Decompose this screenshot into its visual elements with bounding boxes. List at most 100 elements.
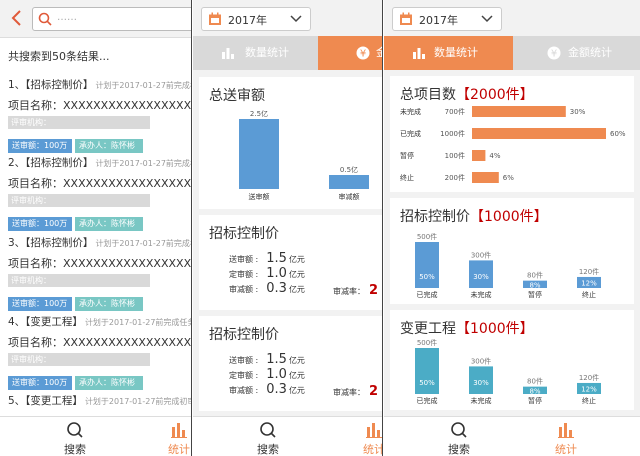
search-results-screen: …… 共搜索到50条结果... 1、【招标控制价】 计划于2017-01-27前完…: [0, 0, 192, 456]
svg-text:¥: ¥: [551, 49, 557, 60]
hbar-category: 未完成: [400, 107, 421, 116]
hbar: [472, 172, 499, 183]
search-topbar: ……: [0, 0, 191, 38]
search-icon: [260, 422, 276, 438]
tender-count-card: 招标控制价【1000件】 500件 50% 已完成 300件 30% 未完成 80件 8% 暂停…: [390, 198, 634, 304]
year-select[interactable]: 2017年: [392, 7, 502, 31]
amount-row-value: 1.5: [266, 251, 287, 266]
back-arrow-icon[interactable]: [8, 9, 26, 27]
reduction-rate: 审减率： 2: [333, 384, 378, 399]
reduction-rate-value: 2: [369, 384, 379, 399]
year-select[interactable]: 2017年: [201, 7, 311, 31]
list-item[interactable]: 1、【招标控制价】计划于2017-01-27前完成初审确认 项目名称：XXXXX…: [8, 77, 192, 153]
hbar: [472, 128, 606, 139]
col-bar-category: 未完成: [471, 290, 492, 299]
nav-search[interactable]: 搜索: [444, 421, 474, 456]
bar-chart-icon: [413, 48, 425, 59]
tab-amount[interactable]: ¥ 金额统计: [513, 36, 640, 70]
nav-search[interactable]: 搜索: [253, 421, 283, 456]
review-bar-category: 审减额: [339, 192, 360, 201]
nav-stats[interactable]: 统计: [359, 421, 382, 456]
search-placeholder: ……: [57, 12, 77, 23]
chevron-down-icon: [290, 15, 302, 23]
col-bar-percent: 30%: [473, 379, 489, 387]
item-plan: 计划于2017-01-27前完成任务分配: [84, 318, 191, 327]
change-count-card: 变更工程【1000件】 500件 50% 已完成 300件 30% 未完成 80件 8% 暂停 1…: [390, 310, 634, 410]
tab-count-label: 数量统计: [245, 46, 289, 59]
item-handler-badge: 承办人：陈怀彬: [75, 297, 143, 311]
search-input[interactable]: ……: [32, 7, 191, 31]
amount-row-value: 1.5: [266, 352, 287, 367]
col-bar-count: 120件: [579, 373, 599, 382]
col-bar-percent: 50%: [419, 379, 435, 387]
amount-row-value: 0.3: [266, 382, 287, 397]
tab-count[interactable]: 数量统计: [193, 36, 318, 70]
item-name: 项目名称：XXXXXXXXXXXXXXXXXXXXXXXXX: [8, 257, 192, 270]
nav-search-label: 搜索: [448, 443, 470, 456]
item-amount-badge: 送审额：100万: [8, 297, 72, 311]
list-item[interactable]: 5、【变更工程】计划于2017-01-27前完成初审确认: [8, 393, 191, 408]
col-bar-count: 120件: [579, 267, 599, 276]
tab-amount[interactable]: ¥ 金: [318, 36, 382, 70]
total-count-card: 总项目数【2000件】 未完成 700件 30% 已完成 1000件 60% 暂停 100件 4…: [390, 76, 634, 192]
amount-row-unit: 亿元: [288, 285, 305, 294]
total-review-card: 总送审额 2.5亿 送审额 0.5亿 审减额: [199, 77, 382, 209]
item-title: 3、【招标控制价】: [8, 237, 94, 249]
yen-icon: ¥: [547, 46, 561, 60]
col-bar-percent: 8%: [529, 281, 540, 289]
bottom-nav: 搜索 统计: [193, 416, 382, 456]
col-bar-category: 未完成: [471, 396, 492, 405]
nav-stats[interactable]: 统计: [551, 421, 581, 456]
total-review-chart: 2.5亿送审额 0.5亿审减额: [239, 109, 369, 201]
review-bar-category: 送审额: [249, 192, 270, 201]
item-name: 项目名称：XXXXXXXXXXXXXXXXXXXXXXXXX: [8, 336, 192, 349]
hbar-count: 200件: [445, 173, 465, 182]
review-bar-value: 2.5亿: [250, 109, 268, 118]
item-handler-badge: 承办人：陈怀彬: [75, 217, 143, 231]
col-bar-percent: 30%: [473, 273, 489, 281]
item-title: 1、【招标控制价】: [8, 79, 94, 91]
item-org: 评审机构：XXXXXXXXXXXXXXXXXXX: [8, 353, 150, 377]
item-org: 评审机构：XXXXXXXXXXXXXXXXXXX: [8, 116, 150, 140]
hbar: [472, 150, 486, 161]
col-bar-percent: 12%: [581, 279, 597, 287]
col-bar-count: 80件: [527, 271, 543, 280]
search-icon: [67, 422, 83, 438]
change-count-chart: 500件 50% 已完成 300件 30% 未完成 80件8%暂停 120件 12% 终止: [415, 338, 601, 405]
col-bar-count: 80件: [527, 377, 543, 386]
calendar-icon: [209, 12, 221, 25]
amount-row-unit: 亿元: [288, 371, 305, 380]
list-item[interactable]: 4、【变更工程】计划于2017-01-27前完成任务分配 项目名称：XXXXXX…: [8, 314, 192, 390]
year-value: 2017年: [419, 14, 458, 27]
bar-chart-icon: [222, 48, 234, 59]
amount-row-label: 定审额 :: [229, 371, 259, 380]
item-title: 5、【变更工程】: [8, 395, 83, 407]
list-item[interactable]: 2、【招标控制价】计划于2017-01-27前完成初审确认 项目名称：XXXXX…: [8, 155, 191, 231]
nav-search-label: 搜索: [257, 443, 279, 456]
item-title: 2、【招标控制价】: [8, 157, 94, 169]
svg-text:¥: ¥: [360, 49, 366, 60]
reduction-rate-label: 审减率：: [333, 287, 365, 296]
list-item[interactable]: 3、【招标控制价】计划于2017-01-27前完成初审确认 项目名称：XXXXX…: [8, 235, 192, 311]
reduction-rate: 审减率： 2: [333, 283, 378, 298]
amount-row: 送审额 : 1.5 亿元: [229, 352, 305, 367]
review-bar: [239, 119, 279, 189]
result-count: 共搜索到50条结果...: [8, 50, 110, 63]
app-screens: …… 共搜索到50条结果... 1、【招标控制价】 计划于2017-01-27前完…: [0, 0, 640, 456]
item-org: 评审机构：XXXXXXXXXXXXXXXXXXX: [8, 194, 150, 218]
tab-count-label: 数量统计: [434, 46, 478, 59]
item-plan: 计划于2017-01-27前完成初审确认: [95, 239, 191, 248]
col-bar-count: 500件: [417, 232, 437, 241]
hbar-percent: 6%: [503, 174, 514, 182]
bar-chart-icon: [366, 423, 382, 438]
nav-search[interactable]: 搜索: [60, 421, 90, 456]
nav-stats[interactable]: 统计: [164, 421, 191, 456]
tender-amount-title: 招标控制价: [209, 226, 279, 242]
count-stats-screen: 2017年 数量统计 ¥ 金额统计 总项目数【2000件】 未完成 700件 30%…: [384, 0, 640, 456]
tab-count[interactable]: 数量统计: [384, 36, 513, 70]
hbar-category: 已完成: [400, 129, 421, 138]
item-name: 项目名称：XXXXXXXXXXXXXXXXXXXXXXXXX: [8, 99, 192, 112]
hbar-percent: 30%: [570, 108, 586, 116]
col-bar-count: 300件: [471, 356, 491, 365]
nav-stats-label: 统计: [555, 443, 577, 456]
